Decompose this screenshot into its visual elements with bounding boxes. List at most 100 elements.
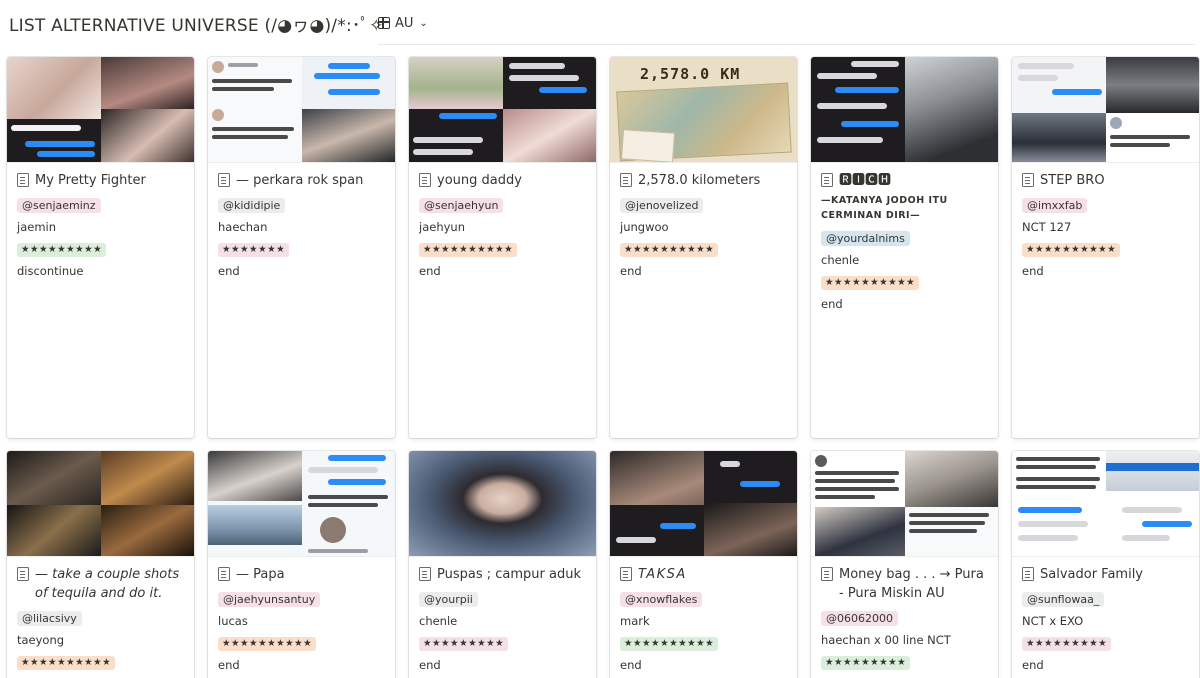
- cast-text: jungwoo: [620, 220, 669, 234]
- card-title: My Pretty Fighter: [17, 171, 184, 190]
- card-cover-image: [610, 451, 797, 557]
- rating-tag: ★★★★★★★★★★: [620, 243, 719, 257]
- page-icon: [17, 567, 29, 581]
- rating-tag: ★★★★★★★★★: [17, 243, 107, 257]
- page-icon: [620, 567, 632, 581]
- page-icon: [218, 567, 230, 581]
- card-title: 🆁🅸🅲🅷: [821, 171, 988, 190]
- card-title: young daddy: [419, 171, 586, 190]
- card-title: STEP BRO: [1022, 171, 1189, 190]
- author-tag: @imxxfab: [1022, 198, 1088, 213]
- cast-text: chenle: [821, 253, 860, 267]
- author-tag: @senjaeminz: [17, 198, 101, 213]
- header-divider: [378, 44, 1196, 45]
- card-title: Salvador Family: [1022, 565, 1189, 584]
- status-text: discontinue: [17, 264, 84, 278]
- card-cover-image: [208, 57, 395, 163]
- cast-text: lucas: [218, 614, 248, 628]
- gallery-card[interactable]: 2,578.0 KM 2,578.0 kilometers @jenoveliz…: [610, 57, 797, 438]
- gallery-card[interactable]: — Papa @jaehyunsantuy lucas ★★★★★★★★★★ e…: [208, 451, 395, 678]
- gallery-card[interactable]: 🆁🅸🅲🅷 —KATANYA JODOH ITU CERMINAN DIRI— @…: [811, 57, 998, 438]
- gallery-card[interactable]: TAKSA @xnowflakes mark ★★★★★★★★★★ end: [610, 451, 797, 678]
- cast-text: mark: [620, 614, 650, 628]
- gallery-card[interactable]: — perkara rok span @kididipie haechan ★★…: [208, 57, 395, 438]
- gallery-card[interactable]: — take a couple shots of tequila and do …: [7, 451, 194, 678]
- cast-text: haechan x 00 line NCT: [821, 633, 951, 647]
- rating-tag: ★★★★★★★: [218, 243, 290, 257]
- author-tag: @jenovelized: [620, 198, 704, 213]
- view-label: AU: [395, 15, 414, 31]
- card-title: TAKSA: [620, 565, 787, 584]
- gallery-card[interactable]: STEP BRO @imxxfab NCT 127 ★★★★★★★★★★ end: [1012, 57, 1199, 438]
- author-tag: @yourpii: [419, 592, 478, 607]
- author-tag: @lilacsivy: [17, 611, 82, 626]
- page-icon: [17, 173, 29, 187]
- author-tag: @jaehyunsantuy: [218, 592, 321, 607]
- rating-tag: ★★★★★★★★★★: [17, 656, 116, 670]
- cast-text: jaehyun: [419, 220, 465, 234]
- page-icon: [620, 173, 632, 187]
- gallery-grid-icon: [378, 17, 390, 29]
- card-title: — perkara rok span: [218, 171, 385, 190]
- card-title: 2,578.0 kilometers: [620, 171, 787, 190]
- status-text: end: [419, 264, 441, 278]
- page-icon: [821, 173, 833, 187]
- status-text: end: [218, 264, 240, 278]
- card-title: Money bag . . . → Pura - Pura Miskin AU: [821, 565, 988, 603]
- page-icon: [218, 173, 230, 187]
- cast-text: chenle: [419, 614, 458, 628]
- card-cover-image: [1012, 57, 1199, 163]
- author-tag: @06062000: [821, 611, 898, 626]
- card-cover-image: [1012, 451, 1199, 557]
- status-text: end: [620, 264, 642, 278]
- gallery-card[interactable]: Puspas ; campur aduk @yourpii chenle ★★★…: [409, 451, 596, 678]
- cast-text: NCT x EXO: [1022, 614, 1084, 628]
- gallery-card[interactable]: My Pretty Fighter @senjaeminz jaemin ★★★…: [7, 57, 194, 438]
- cast-text: taeyong: [17, 633, 65, 647]
- card-title: — take a couple shots of tequila and do …: [17, 565, 184, 603]
- card-cover-image: [409, 451, 596, 557]
- author-tag: @senjaehyun: [419, 198, 504, 213]
- card-cover-image: 2,578.0 KM: [610, 57, 797, 163]
- rating-tag: ★★★★★★★★★★: [218, 637, 317, 651]
- chevron-down-icon: ⌄: [419, 17, 428, 29]
- author-tag: @sunflowaa_: [1022, 592, 1105, 607]
- status-text: end: [1022, 658, 1044, 672]
- card-cover-image: [811, 451, 998, 557]
- page-icon: [821, 567, 833, 581]
- page-title: LIST ALTERNATIVE UNIVERSE (/◕ヮ◕)/*:･ﾟ✧: [9, 16, 384, 36]
- cast-text: NCT 127: [1022, 220, 1072, 234]
- status-text: end: [1022, 264, 1044, 278]
- rating-tag: ★★★★★★★★★: [1022, 637, 1112, 651]
- card-subtitle: —KATANYA JODOH ITU CERMINAN DIRI—: [821, 195, 948, 221]
- cast-text: jaemin: [17, 220, 57, 234]
- author-tag: @xnowflakes: [620, 592, 703, 607]
- card-cover-image: [208, 451, 395, 557]
- gallery-card[interactable]: Money bag . . . → Pura - Pura Miskin AU …: [811, 451, 998, 678]
- author-tag: @yourdalnims: [821, 231, 910, 246]
- status-text: end: [218, 658, 240, 672]
- page-icon: [419, 173, 431, 187]
- page-icon: [1022, 567, 1034, 581]
- gallery-view: My Pretty Fighter @senjaeminz jaemin ★★★…: [7, 57, 1200, 678]
- gallery-card[interactable]: Salvador Family @sunflowaa_ NCT x EXO ★★…: [1012, 451, 1199, 678]
- card-cover-image: [409, 57, 596, 163]
- gallery-card[interactable]: young daddy @senjaehyun jaehyun ★★★★★★★★…: [409, 57, 596, 438]
- page-icon: [1022, 173, 1034, 187]
- card-title: — Papa: [218, 565, 385, 584]
- status-text: end: [821, 297, 843, 311]
- card-cover-image: [811, 57, 998, 163]
- card-cover-image: [7, 57, 194, 163]
- card-title: Puspas ; campur aduk: [419, 565, 586, 584]
- rating-tag: ★★★★★★★★★: [419, 637, 509, 651]
- rating-tag: ★★★★★★★★★★: [419, 243, 518, 257]
- rating-tag: ★★★★★★★★★: [821, 656, 911, 670]
- rating-tag: ★★★★★★★★★★: [1022, 243, 1121, 257]
- status-text: end: [419, 658, 441, 672]
- card-cover-image: [7, 451, 194, 557]
- rating-tag: ★★★★★★★★★★: [821, 276, 920, 290]
- page-icon: [419, 567, 431, 581]
- author-tag: @kididipie: [218, 198, 286, 213]
- status-text: end: [620, 658, 642, 672]
- view-switcher[interactable]: AU ⌄: [378, 13, 428, 33]
